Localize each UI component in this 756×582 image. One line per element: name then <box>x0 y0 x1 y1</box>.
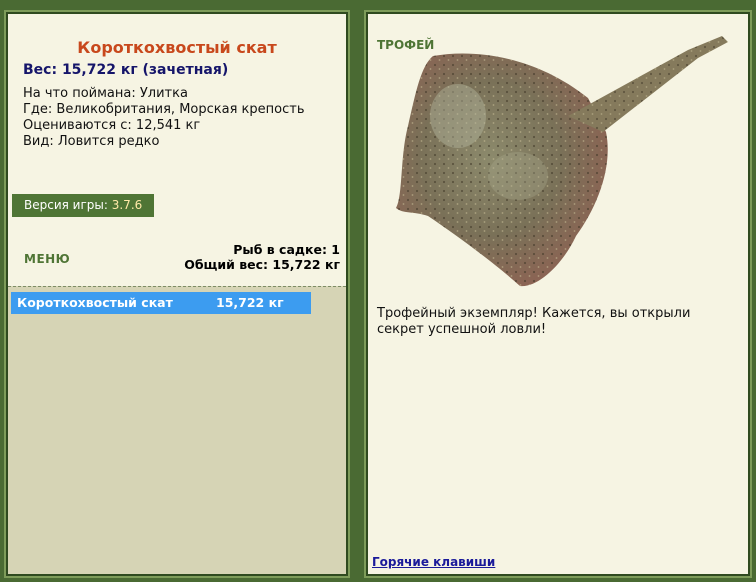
divider <box>8 286 346 287</box>
fish-rarity: Вид: Ловится редко <box>23 134 160 149</box>
fish-location: Где: Великобритания, Морская крепость <box>23 102 305 117</box>
total-weight: Общий вес: 15,722 кг <box>184 257 340 272</box>
trophy-description: Трофейный экземпляр! Кажется, вы открыли… <box>377 306 691 337</box>
fish-info-panel: Короткохвостый скат Вес: 15,722 кг (заче… <box>4 10 350 578</box>
fish-valued-from: Оцениваются с: 12,541 кг <box>23 118 201 133</box>
trophy-panel: ТРОФЕЙ Трофейный экземпляр! Кажется, вы … <box>364 10 752 578</box>
fish-bait: На что поймана: Улитка <box>23 86 188 101</box>
catch-name: Короткохвостый скат <box>17 295 173 310</box>
fish-details: Короткохвостый скат Вес: 15,722 кг (заче… <box>8 14 346 286</box>
version-label: Версия игры: <box>24 198 108 212</box>
fish-weight: Вес: 15,722 кг (зачетная) <box>23 62 229 78</box>
keepnet-stats: Рыб в садке: 1 Общий вес: 15,722 кг <box>184 242 340 272</box>
game-version: Версия игры: 3.7.6 <box>12 194 154 217</box>
trophy-label: ТРОФЕЙ <box>377 38 435 52</box>
menu-button[interactable]: МЕНЮ <box>24 252 70 266</box>
hotkeys-link[interactable]: Горячие клавиши <box>372 555 495 569</box>
version-value: 3.7.6 <box>111 198 143 212</box>
stingray-image <box>396 36 728 287</box>
fish-name: Короткохвостый скат <box>77 38 277 57</box>
catch-list-item[interactable]: Короткохвостый скат 15,722 кг <box>11 292 311 314</box>
catch-weight: 15,722 кг <box>216 295 284 310</box>
fish-count: Рыб в садке: 1 <box>233 242 340 257</box>
